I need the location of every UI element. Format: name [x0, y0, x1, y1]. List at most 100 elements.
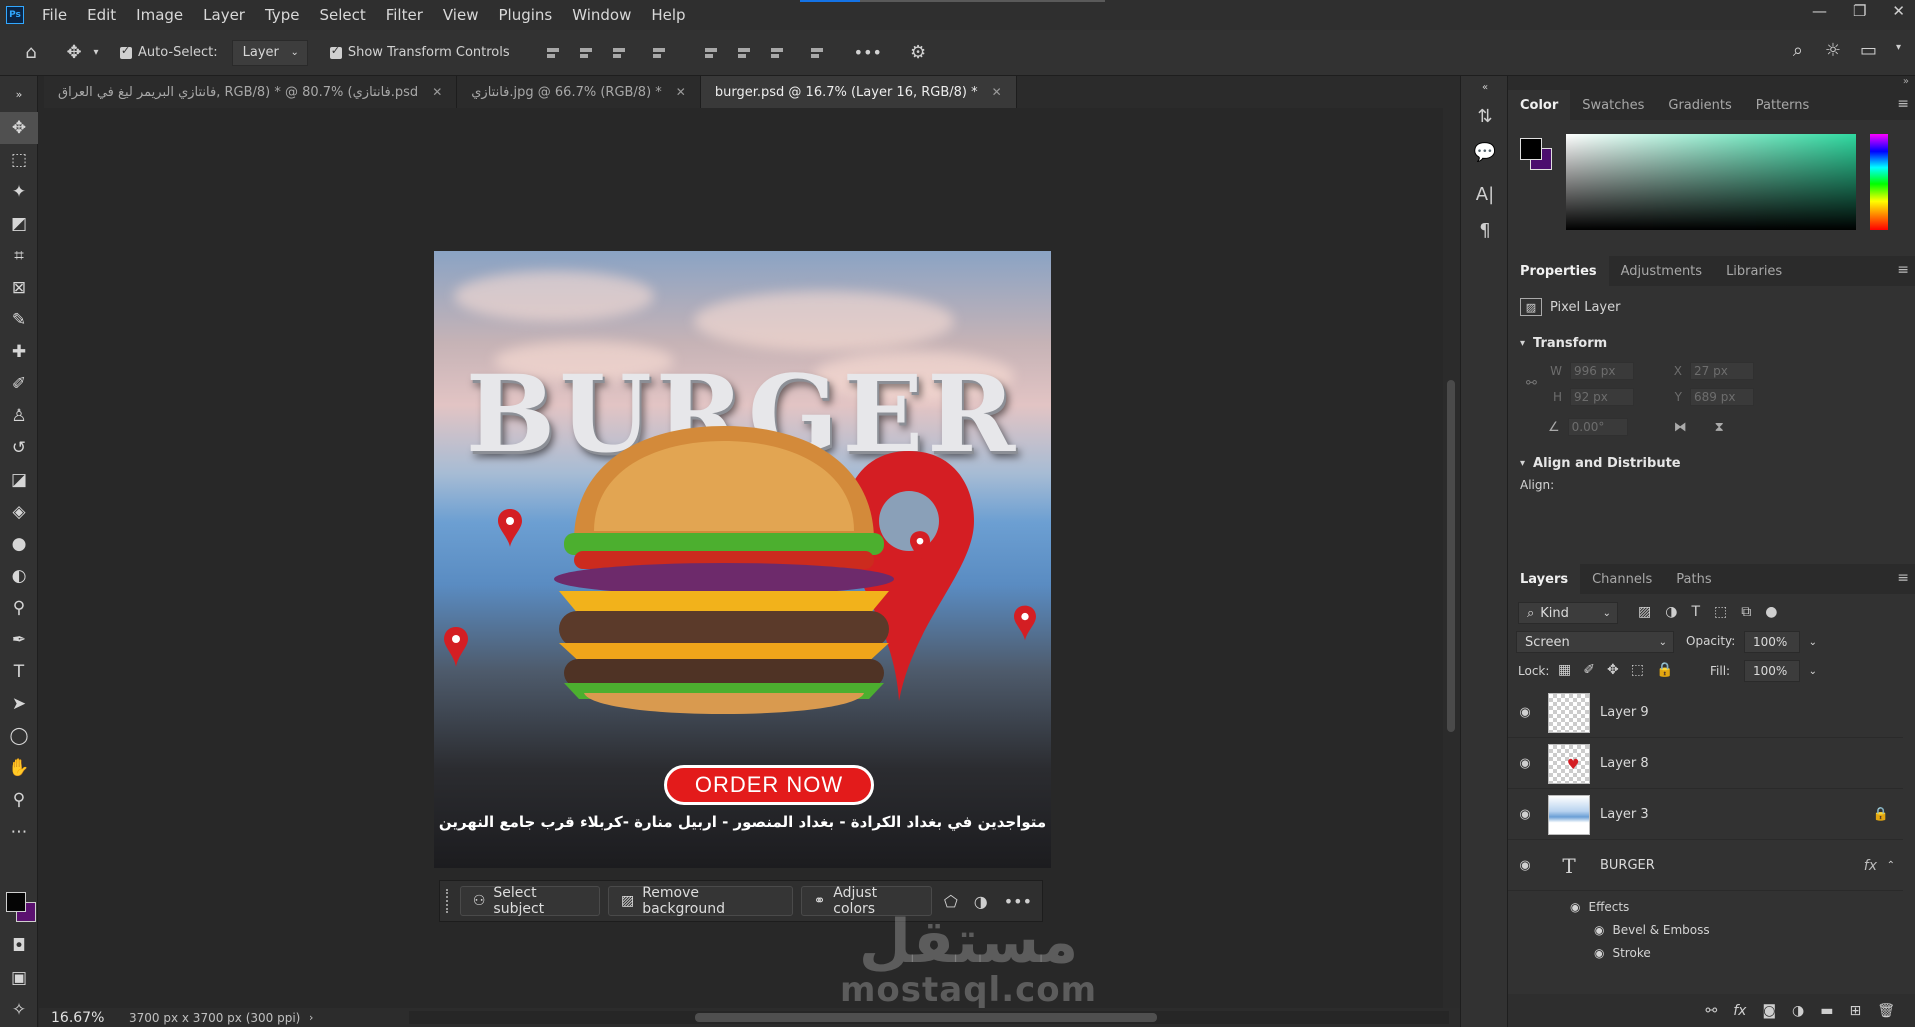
fill-field[interactable]: 100% ⌄: [1744, 660, 1817, 682]
tab-properties[interactable]: Properties: [1508, 256, 1609, 286]
remove-background-button[interactable]: ▨ Remove background: [607, 885, 793, 917]
zoom-level[interactable]: 16.67%: [39, 1010, 109, 1026]
close-icon[interactable]: ✕: [432, 85, 442, 99]
trash-icon[interactable]: 🗑: [1877, 1003, 1895, 1019]
menu-filter[interactable]: Filter: [376, 6, 433, 24]
tab-document-1[interactable]: فانتازي البريمر ليغ في العراق, RGB/8) * …: [44, 76, 458, 108]
tab-paths[interactable]: Paths: [1664, 564, 1723, 594]
menu-view[interactable]: View: [433, 6, 489, 24]
effects-row[interactable]: ◉ Effects: [1570, 900, 1629, 914]
add-style-icon[interactable]: fx: [1733, 1003, 1746, 1019]
brush-tool-icon[interactable]: ✐: [0, 368, 38, 400]
add-mask-icon[interactable]: ◙: [1762, 1003, 1776, 1019]
blur-tool-icon[interactable]: ●: [0, 528, 38, 560]
select-subject-button[interactable]: ⚇ Select subject: [459, 885, 600, 917]
align-right-icon[interactable]: [610, 44, 628, 62]
tab-layers[interactable]: Layers: [1508, 564, 1581, 594]
align-center-icon[interactable]: [577, 44, 595, 62]
eye-icon[interactable]: ◉: [1508, 807, 1542, 822]
screen-mode-icon[interactable]: ▣: [0, 962, 38, 994]
hamburger-menu-icon[interactable]: ≡: [1897, 262, 1909, 278]
move-tool-icon[interactable]: ✥: [62, 42, 86, 63]
gear-icon[interactable]: ⚙: [910, 42, 926, 63]
tab-color[interactable]: Color: [1508, 90, 1571, 120]
history-brush-tool-icon[interactable]: ↺: [0, 432, 38, 464]
search-tool-icon[interactable]: ⚲: [0, 592, 38, 624]
tab-document-2[interactable]: فانتازي.jpg @ 66.7% (RGB/8) * ✕: [457, 76, 701, 108]
align-middle-icon[interactable]: [735, 44, 753, 62]
workspace-chevron-icon[interactable]: ▾: [1896, 42, 1901, 53]
minimize-button[interactable]: —: [1812, 2, 1827, 20]
menu-image[interactable]: Image: [126, 6, 193, 24]
vertical-scrollbar[interactable]: [1443, 108, 1460, 1008]
crop-tool-icon[interactable]: ⌗: [0, 240, 38, 272]
eye-icon[interactable]: ◉: [1508, 858, 1542, 873]
color-swatches[interactable]: [4, 884, 38, 924]
opacity-field[interactable]: 100% ⌄: [1744, 631, 1817, 653]
new-adjustment-icon[interactable]: ◑: [1792, 1003, 1804, 1019]
tab-adjustments[interactable]: Adjustments: [1609, 256, 1714, 286]
history-icon[interactable]: ⇅: [1461, 98, 1509, 134]
filter-pixel-icon[interactable]: ▨: [1638, 604, 1651, 620]
layer-row[interactable]: ◉ T BURGER fx ⌃: [1508, 841, 1903, 891]
artwork-canvas[interactable]: BURGER ORDER NOW متواجدين في بغداد الكرا…: [434, 251, 1051, 868]
close-icon[interactable]: ✕: [992, 85, 1002, 99]
comments-icon[interactable]: 💬: [1461, 134, 1509, 170]
quick-mask-icon[interactable]: ◘: [0, 930, 38, 962]
width-field[interactable]: 996 px: [1570, 362, 1634, 380]
more-tools-icon[interactable]: ⋯: [0, 816, 38, 848]
align-left-icon[interactable]: [544, 44, 562, 62]
link-layers-icon[interactable]: ⚯: [1705, 1003, 1717, 1019]
eyedropper-tool-icon[interactable]: ✎: [0, 304, 38, 336]
frame-tool-icon[interactable]: ⊠: [0, 272, 38, 304]
filter-type-icon[interactable]: T: [1691, 604, 1700, 620]
menu-plugins[interactable]: Plugins: [488, 6, 562, 24]
home-icon[interactable]: ⌂: [0, 42, 62, 63]
move-tool-icon[interactable]: ✥: [0, 112, 38, 144]
eye-icon[interactable]: ◉: [1508, 756, 1542, 771]
dodge-tool-icon[interactable]: ◐: [0, 560, 38, 592]
close-icon[interactable]: ✕: [676, 85, 686, 99]
restore-button[interactable]: ❐: [1853, 2, 1866, 20]
align-top-icon[interactable]: [702, 44, 720, 62]
foreground-color-swatch[interactable]: [6, 892, 26, 912]
horizontal-scrollbar[interactable]: [409, 1011, 1449, 1024]
lock-icon[interactable]: 🔒: [1873, 807, 1889, 822]
hamburger-menu-icon[interactable]: ≡: [1897, 96, 1909, 112]
filter-toggle-icon[interactable]: ●: [1765, 604, 1777, 620]
menu-edit[interactable]: Edit: [77, 6, 126, 24]
object-select-tool-icon[interactable]: ◩: [0, 208, 38, 240]
eraser-tool-icon[interactable]: ◪: [0, 464, 38, 496]
align-header[interactable]: ▾ Align and Distribute: [1520, 456, 1681, 471]
lock-position-icon[interactable]: ✥: [1607, 662, 1619, 678]
show-transform-checkbox[interactable]: [329, 44, 342, 59]
lock-artboard-icon[interactable]: ⬚: [1631, 662, 1644, 678]
scrollbar-thumb[interactable]: [1447, 380, 1455, 732]
effect-row[interactable]: ◉ Stroke: [1594, 946, 1651, 960]
lightbulb-icon[interactable]: ☼: [1825, 40, 1841, 61]
lock-transparency-icon[interactable]: ▦: [1558, 662, 1571, 678]
search-icon[interactable]: ⌕: [1793, 40, 1803, 61]
pen-tool-icon[interactable]: ✒: [0, 624, 38, 656]
layer-row[interactable]: ◉ ♥ Layer 8: [1508, 739, 1903, 789]
link-icon[interactable]: ⚯: [1526, 376, 1537, 391]
collapse-toolbar-icon[interactable]: »: [0, 76, 38, 112]
collapse-panels-icon[interactable]: »: [1508, 76, 1915, 90]
tab-channels[interactable]: Channels: [1580, 564, 1664, 594]
filter-shape-icon[interactable]: ⬚: [1714, 604, 1727, 620]
paragraph-icon[interactable]: ¶: [1461, 212, 1509, 248]
character-icon[interactable]: A|: [1461, 176, 1509, 212]
more-options-button[interactable]: •••: [854, 43, 882, 62]
layer-row[interactable]: ◉ Layer 9: [1508, 688, 1903, 738]
chevron-down-icon[interactable]: ⌄: [1809, 666, 1817, 677]
angle-field[interactable]: 0.00°: [1567, 418, 1628, 436]
menu-window[interactable]: Window: [562, 6, 641, 24]
path-select-tool-icon[interactable]: ➤: [0, 688, 38, 720]
tab-document-burger[interactable]: burger.psd @ 16.7% (Layer 16, RGB/8) * ✕: [700, 76, 1017, 108]
flip-horizontal-icon[interactable]: ⧓: [1674, 420, 1687, 435]
auto-select-target-dropdown[interactable]: Layer ⌄: [231, 39, 308, 66]
distribute-horizontal-icon[interactable]: [808, 44, 826, 62]
transform-header[interactable]: ▾ Transform: [1520, 336, 1607, 351]
chevron-up-icon[interactable]: ⌃: [1887, 860, 1895, 871]
hue-slider[interactable]: [1870, 134, 1888, 230]
